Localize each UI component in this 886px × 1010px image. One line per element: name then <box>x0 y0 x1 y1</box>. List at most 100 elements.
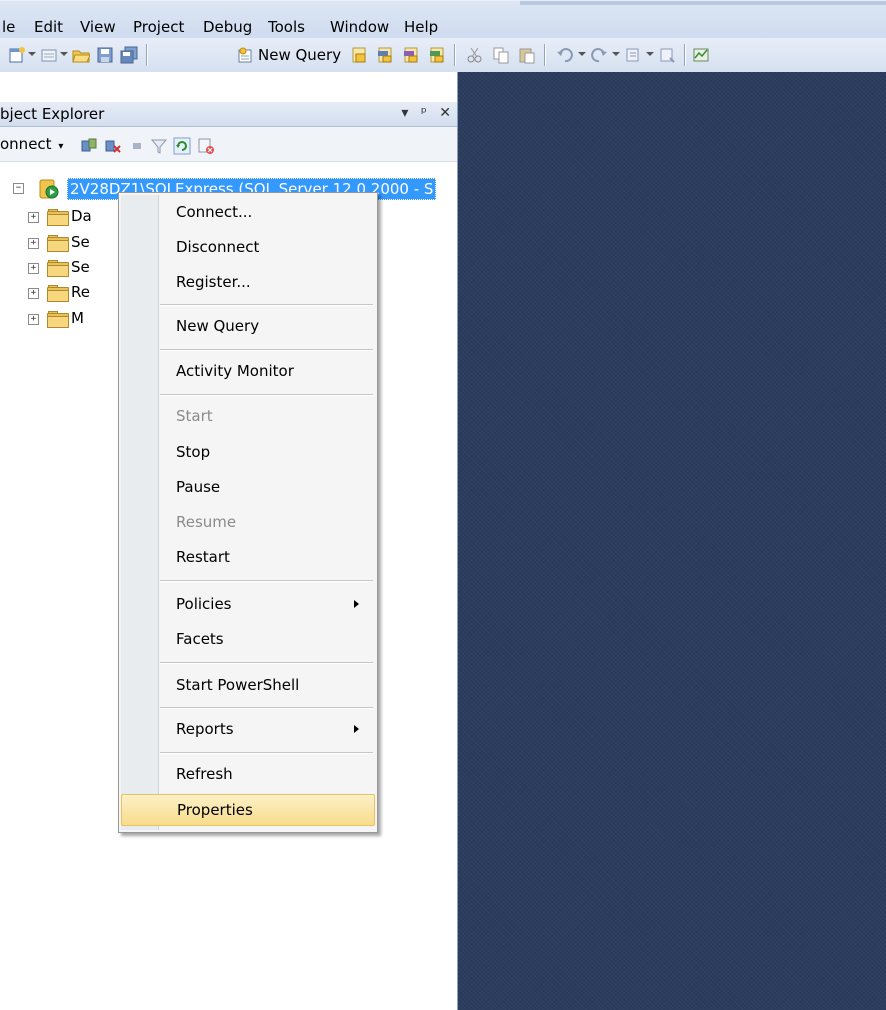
menu-separator <box>160 304 373 306</box>
navigate-dropdown-icon[interactable] <box>646 52 654 56</box>
menu-debug[interactable]: Debug <box>203 19 252 35</box>
menu-separator <box>160 707 373 709</box>
tree-node-security[interactable]: + Se <box>0 232 120 254</box>
navigate-forward-icon[interactable] <box>658 46 676 64</box>
menu-item-label: Resume <box>176 513 237 531</box>
menu-item-connect[interactable]: Connect... <box>121 197 375 227</box>
auto-hide-pin-button[interactable]: ᵖ <box>421 105 427 121</box>
new-project-dropdown-icon[interactable] <box>28 52 36 56</box>
menu-item-label: Policies <box>176 595 232 613</box>
tree-node-databases[interactable]: + Da <box>0 206 120 228</box>
connect-server-icon[interactable] <box>80 137 98 155</box>
menu-bar: le Edit View Project Debug Tools Window … <box>0 0 886 39</box>
document-area-background <box>458 72 886 1010</box>
analysis-dmx-query-icon[interactable] <box>402 46 420 64</box>
redo-dropdown-icon[interactable] <box>612 52 620 56</box>
toolbar-separator <box>146 44 147 66</box>
new-query-button[interactable]: New Query <box>236 45 341 65</box>
expand-icon[interactable]: + <box>28 314 39 325</box>
submenu-arrow-icon <box>354 725 359 733</box>
menu-item-pause[interactable]: Pause <box>121 472 375 502</box>
tree-node-label: Se <box>71 233 90 251</box>
menu-item-start: Start <box>121 401 375 431</box>
menu-project[interactable]: Project <box>133 19 184 35</box>
menu-item-label: Start <box>176 407 213 425</box>
open-folder-icon[interactable] <box>72 46 90 64</box>
expand-icon[interactable]: + <box>28 288 39 299</box>
toolbar-separator <box>454 44 455 66</box>
menu-item-policies[interactable]: Policies <box>121 589 375 619</box>
tree-node-label: Re <box>71 283 90 301</box>
menu-item-properties[interactable]: Properties <box>121 794 375 826</box>
redo-icon[interactable] <box>590 46 608 64</box>
menu-item-stop[interactable]: Stop <box>121 437 375 467</box>
refresh-icon[interactable] <box>173 137 191 155</box>
filter-icon[interactable] <box>150 137 168 155</box>
menu-item-reports[interactable]: Reports <box>121 714 375 744</box>
close-pane-button[interactable]: ✕ <box>439 105 451 121</box>
pane-menu-button[interactable]: ▾ <box>401 105 408 121</box>
activity-monitor-icon[interactable] <box>692 46 710 64</box>
menu-view[interactable]: View <box>80 19 116 35</box>
add-item-dropdown-icon[interactable] <box>60 52 68 56</box>
menu-item-register[interactable]: Register... <box>121 267 375 297</box>
connect-dropdown-icon: ▾ <box>58 141 64 152</box>
menu-item-facets[interactable]: Facets <box>121 624 375 654</box>
menu-item-disconnect[interactable]: Disconnect <box>121 232 375 262</box>
menu-help[interactable]: Help <box>404 19 438 35</box>
collapse-icon[interactable]: − <box>13 183 24 194</box>
tree-node-replication[interactable]: + Re <box>0 282 120 304</box>
navigate-backward-icon[interactable] <box>624 46 642 64</box>
folder-icon <box>47 235 69 252</box>
menu-item-refresh[interactable]: Refresh <box>121 759 375 789</box>
menu-window[interactable]: Window <box>330 19 389 35</box>
folder-icon <box>47 260 69 277</box>
menu-item-label: Reports <box>176 720 234 738</box>
menu-item-label: Refresh <box>176 765 233 783</box>
disconnect-server-icon[interactable] <box>104 137 122 155</box>
copy-icon[interactable] <box>492 46 510 64</box>
menu-item-activity-monitor[interactable]: Activity Monitor <box>121 356 375 386</box>
menu-item-label: Pause <box>176 478 221 496</box>
connect-button[interactable]: onnect ▾ <box>0 135 63 153</box>
menu-edit[interactable]: Edit <box>34 19 63 35</box>
new-project-icon[interactable] <box>8 46 26 64</box>
menu-item-label: New Query <box>176 317 260 335</box>
expand-icon[interactable]: + <box>28 238 39 249</box>
paste-icon[interactable] <box>518 46 536 64</box>
undo-dropdown-icon[interactable] <box>578 52 586 56</box>
standard-toolbar: New Query <box>0 38 886 73</box>
expand-icon[interactable]: + <box>28 212 39 223</box>
analysis-mdx-query-icon[interactable] <box>376 46 394 64</box>
stop-icon[interactable] <box>128 137 146 155</box>
tree-node-label: M <box>71 309 84 327</box>
menu-item-label: Stop <box>176 443 211 461</box>
add-item-icon[interactable] <box>40 46 58 64</box>
save-icon[interactable] <box>96 46 114 64</box>
menu-item-restart[interactable]: Restart <box>121 542 375 572</box>
save-all-icon[interactable] <box>120 46 138 64</box>
server-context-menu: Connect... Disconnect Register... New Qu… <box>118 192 378 833</box>
undo-icon[interactable] <box>556 46 574 64</box>
new-query-label: New Query <box>258 46 342 64</box>
cut-icon[interactable] <box>466 46 484 64</box>
toolbar-separator <box>544 44 545 66</box>
menu-separator <box>160 662 373 664</box>
submenu-arrow-icon <box>354 600 359 608</box>
analysis-xmla-query-icon[interactable] <box>428 46 446 64</box>
database-engine-query-icon[interactable] <box>350 46 368 64</box>
menu-file[interactable]: le <box>2 19 15 35</box>
menu-item-label: Start PowerShell <box>176 676 300 694</box>
menu-separator <box>160 752 373 754</box>
folder-icon <box>47 209 69 226</box>
window-edge <box>520 1 886 5</box>
tree-node-label: Se <box>71 258 90 276</box>
menu-tools[interactable]: Tools <box>268 19 305 35</box>
menu-item-new-query[interactable]: New Query <box>121 311 375 341</box>
menu-item-label: Connect... <box>176 203 253 221</box>
tree-node-management[interactable]: + M <box>0 308 120 330</box>
menu-item-start-powershell[interactable]: Start PowerShell <box>121 670 375 700</box>
expand-icon[interactable]: + <box>28 263 39 274</box>
object-explorer-details-icon[interactable] <box>197 137 215 155</box>
tree-node-server-objects[interactable]: + Se <box>0 257 120 279</box>
